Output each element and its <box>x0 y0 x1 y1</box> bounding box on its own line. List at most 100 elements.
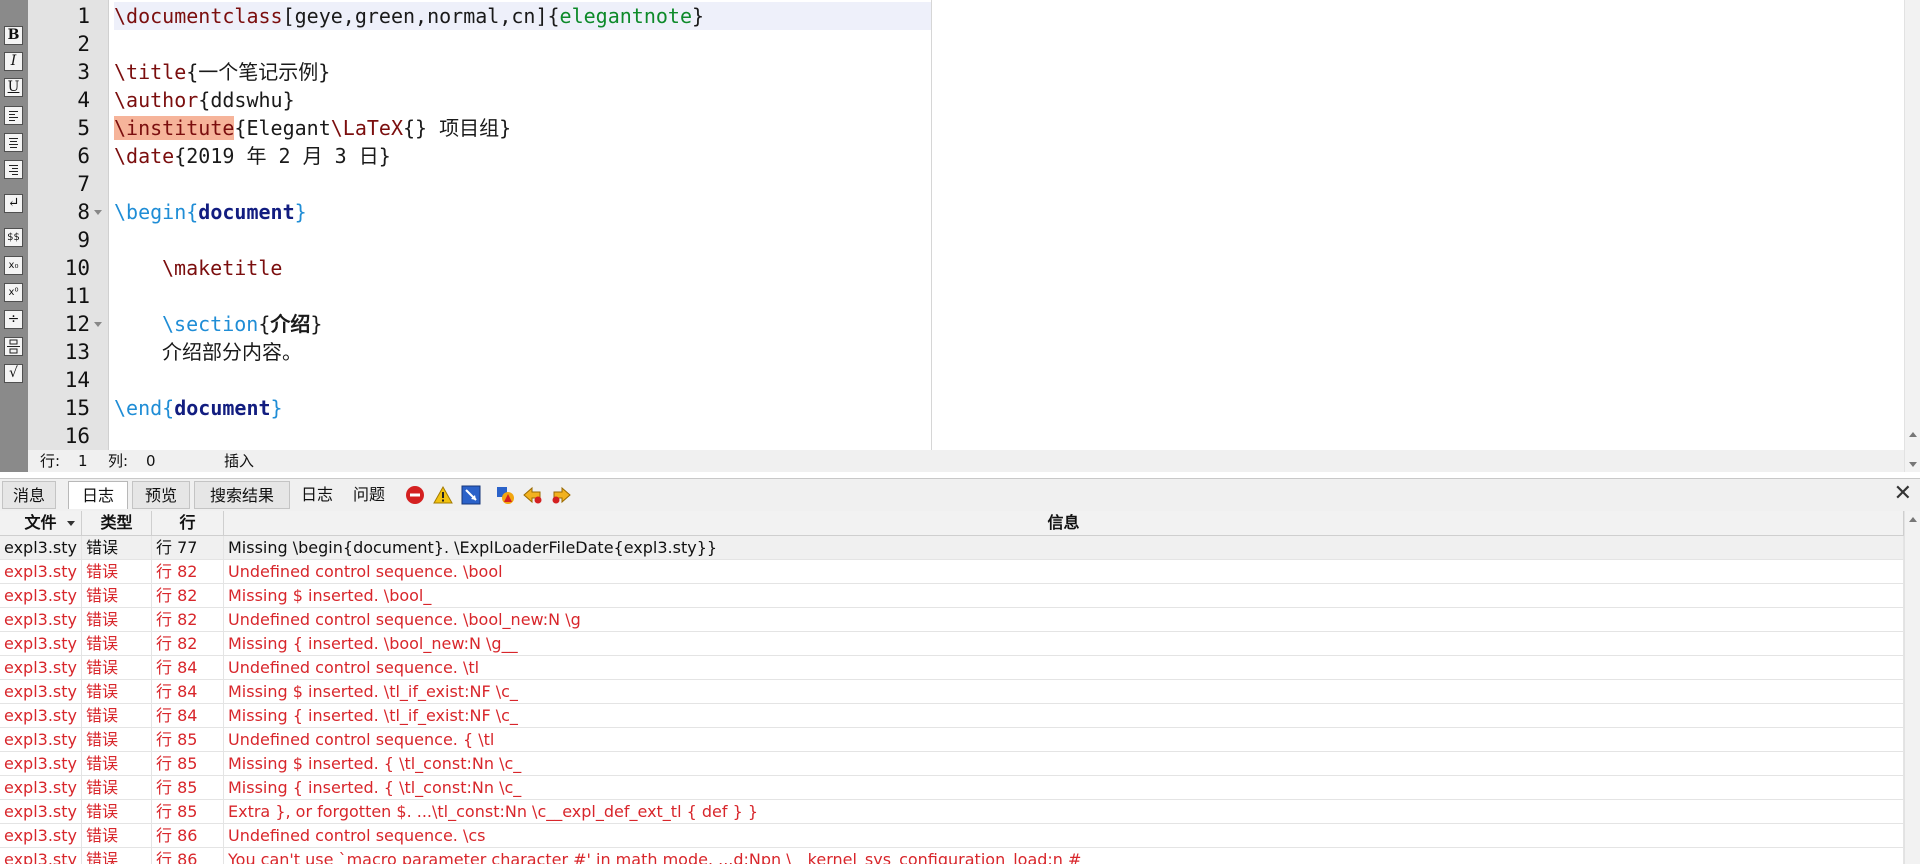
warning-icon[interactable] <box>433 485 453 505</box>
line-number: 9 <box>77 228 90 252</box>
underline-button[interactable]: U <box>4 78 23 97</box>
log-line-cell: 行 86 <box>152 848 224 864</box>
table-row[interactable]: expl3.sty 错误行 85 Undefined control sequenc… <box>0 728 1904 752</box>
table-row[interactable]: expl3.sty 错误行 82 Undefined control sequenc… <box>0 560 1904 584</box>
code-line[interactable]: \section{介绍} <box>114 310 931 338</box>
table-row[interactable]: expl3.sty 错误行 85 Extra }, or forgotten $. … <box>0 800 1904 824</box>
table-row[interactable]: expl3.sty 错误行 85 Missing $ inserted. { \tl… <box>0 752 1904 776</box>
code-editor[interactable]: 1 2 3 4 5 6 7 8 9 10 11 12 13 14 15 16 \… <box>28 0 931 450</box>
close-panel-icon[interactable]: ✕ <box>1894 483 1912 505</box>
code-line[interactable]: \end{document} <box>114 394 931 422</box>
table-row[interactable]: expl3.sty 错误行 84 Missing $ inserted. \tl_i… <box>0 680 1904 704</box>
log-line-cell: 行 84 <box>152 656 224 679</box>
bad-box-icon[interactable] <box>461 485 481 505</box>
table-row[interactable]: expl3.sty 错误行 77 Missing \begin{document}.… <box>0 536 1904 560</box>
sort-arrow-icon <box>67 521 75 526</box>
bold-button[interactable]: B <box>4 26 23 45</box>
table-row[interactable]: expl3.sty 错误行 85 Missing { inserted. { \tl… <box>0 776 1904 800</box>
code-line[interactable]: \institute{Elegant\LaTeX{} 项目组} <box>114 114 931 142</box>
code-text: {2019 年 2 月 3 日} <box>174 144 391 168</box>
log-file-cell: expl3.sty <box>0 608 82 631</box>
log-line-cell: 行 82 <box>152 632 224 655</box>
fold-toggle-icon[interactable] <box>94 322 102 327</box>
line-number: 2 <box>77 32 90 56</box>
column-header-file[interactable]: 文件 <box>0 511 82 535</box>
tab-search-results[interactable]: 搜索结果 <box>194 481 290 509</box>
log-message-cell: Undefined control sequence. \cs <box>224 824 1904 847</box>
scroll-down-icon[interactable] <box>1909 462 1917 467</box>
line-number-gutter: 1 2 3 4 5 6 7 8 9 10 11 12 13 14 15 16 <box>28 0 109 450</box>
next-error-icon[interactable] <box>551 485 571 505</box>
brace: } <box>310 312 323 336</box>
editor-vertical-scrollbar[interactable] <box>1904 0 1920 472</box>
align-center-button[interactable] <box>4 133 23 152</box>
line-number: 3 <box>77 60 90 84</box>
log-type-cell: 错误 <box>82 608 152 631</box>
tab-log-2[interactable]: 日志 <box>294 481 340 509</box>
code-line[interactable]: \maketitle <box>114 254 931 282</box>
log-line-cell: 行 85 <box>152 752 224 775</box>
code-line[interactable]: \date{2019 年 2 月 3 日} <box>114 142 931 170</box>
code-line[interactable]: \title{一个笔记示例} <box>114 58 931 86</box>
insert-mode-indicator[interactable]: 插入 <box>224 450 254 472</box>
table-row[interactable]: expl3.sty 错误行 84 Undefined control sequenc… <box>0 656 1904 680</box>
log-message-cell: Missing $ inserted. \tl_if_exist:NF \c_ <box>224 680 1904 703</box>
table-row[interactable]: expl3.sty 错误行 82 Undefined control sequenc… <box>0 608 1904 632</box>
code-line[interactable]: \author{ddswhu} <box>114 86 931 114</box>
log-type-cell: 错误 <box>82 536 152 559</box>
table-row[interactable]: expl3.sty 错误行 84 Missing { inserted. \tl_i… <box>0 704 1904 728</box>
column-header-line[interactable]: 行 <box>152 511 224 535</box>
log-file-cell: expl3.sty <box>0 728 82 751</box>
code-line[interactable]: 介绍部分内容。 <box>114 338 931 366</box>
log-line-cell: 行 86 <box>152 824 224 847</box>
fold-toggle-icon[interactable] <box>94 210 102 215</box>
code-area[interactable]: \documentclass[geye,green,normal,cn]{ele… <box>114 0 931 450</box>
code-text: {} 项目组} <box>403 116 512 140</box>
log-file-cell: expl3.sty <box>0 752 82 775</box>
log-message-cell: Extra }, or forgotten $. ...\tl_const:Nn… <box>224 800 1904 823</box>
fraction-button[interactable] <box>4 337 23 356</box>
tab-problems[interactable]: 问题 <box>346 481 392 509</box>
superscript-button[interactable]: x⁰ <box>4 283 23 302</box>
code-line-current[interactable]: \documentclass[geye,green,normal,cn]{ele… <box>114 2 931 30</box>
divide-button[interactable]: ÷ <box>4 310 23 329</box>
log-message-cell: Missing $ inserted. { \tl_const:Nn \c_ <box>224 752 1904 775</box>
latex-command: \end <box>114 396 163 420</box>
log-file-cell: expl3.sty <box>0 824 82 847</box>
log-line-cell: 行 84 <box>152 704 224 727</box>
table-row[interactable]: expl3.sty 错误行 86 You can't use `macro para… <box>0 848 1904 864</box>
tab-log[interactable]: 日志 <box>68 481 128 509</box>
line-number: 16 <box>64 424 90 448</box>
row-label: 行: <box>40 452 61 470</box>
newline-button[interactable]: ↵ <box>4 194 23 213</box>
align-right-button[interactable] <box>4 160 23 179</box>
table-row[interactable]: expl3.sty 错误行 82 Missing $ inserted. \bool… <box>0 584 1904 608</box>
line-number: 6 <box>77 144 90 168</box>
log-vertical-scrollbar[interactable] <box>1904 511 1920 864</box>
scroll-up-icon[interactable] <box>1909 517 1917 522</box>
latex-command: \author <box>114 88 199 112</box>
display-math-button[interactable]: $$ <box>4 228 23 247</box>
sqrt-button[interactable]: √ <box>4 364 23 383</box>
table-row[interactable]: expl3.sty 错误行 82 Missing { inserted. \bool… <box>0 632 1904 656</box>
tab-preview[interactable]: 预览 <box>132 481 190 509</box>
status-bar: 行: 1 列: 0 插入 <box>28 450 1904 472</box>
document-class-name: elegantnote <box>559 4 692 28</box>
code-line[interactable]: \begin{document} <box>114 198 931 226</box>
code-text: [geye,green,normal,cn]{ <box>282 4 560 28</box>
log-filter-icon[interactable] <box>495 485 515 505</box>
subscript-button[interactable]: x₀ <box>4 256 23 275</box>
output-panel-tabs: 消息 日志 预览 搜索结果 日志 问题 ✕ <box>0 478 1920 512</box>
italic-button[interactable]: I <box>4 52 23 71</box>
scroll-up-icon[interactable] <box>1909 432 1917 437</box>
column-header-info[interactable]: 信息 <box>224 511 1904 535</box>
tab-messages[interactable]: 消息 <box>2 481 56 509</box>
column-header-type[interactable]: 类型 <box>82 511 152 535</box>
code-text: {Elegant <box>234 116 331 140</box>
align-left-button[interactable] <box>4 106 23 125</box>
brace: { <box>186 200 199 224</box>
prev-error-icon[interactable] <box>523 485 543 505</box>
stop-error-icon[interactable] <box>405 485 425 505</box>
log-line-cell: 行 85 <box>152 800 224 823</box>
table-row[interactable]: expl3.sty 错误行 86 Undefined control sequenc… <box>0 824 1904 848</box>
